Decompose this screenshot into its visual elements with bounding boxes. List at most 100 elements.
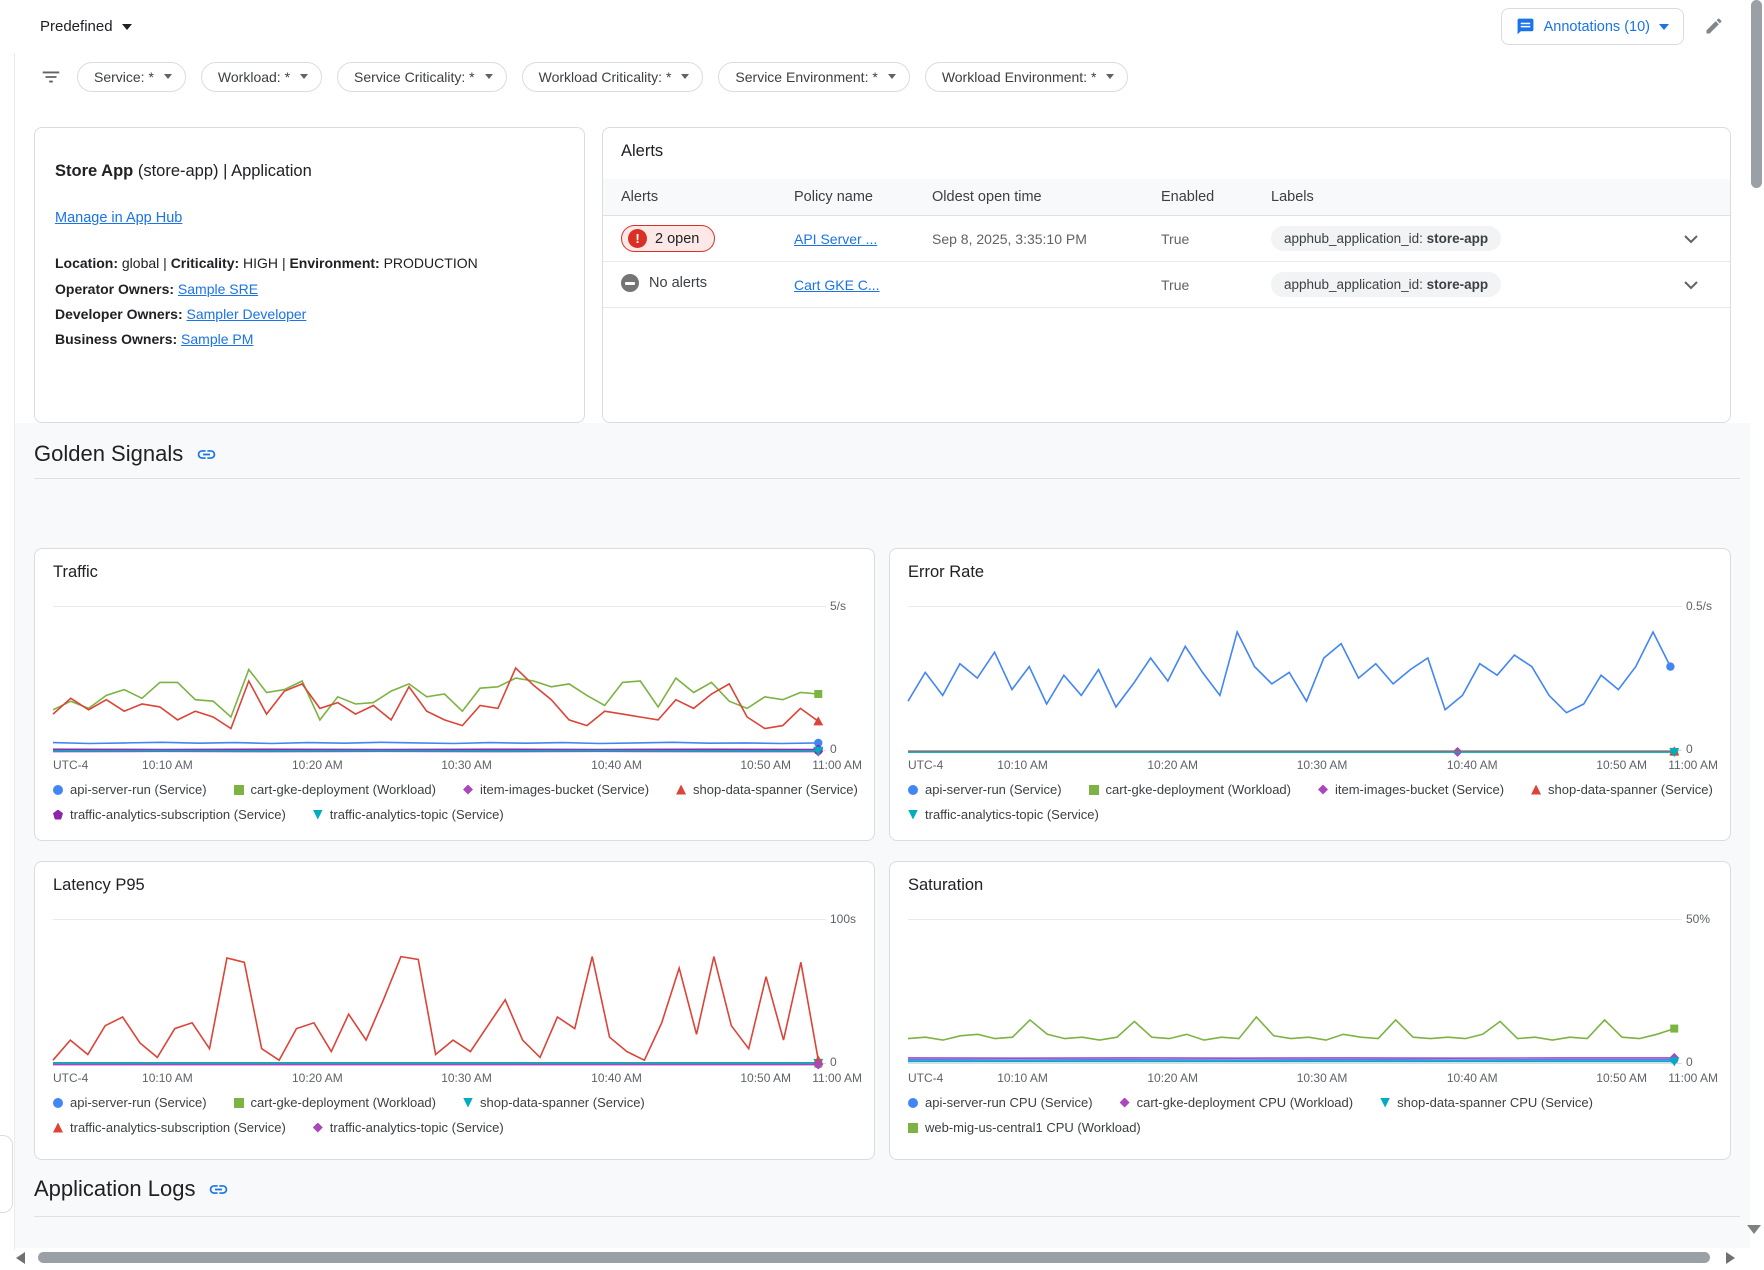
manage-in-app-hub-link[interactable]: Manage in App Hub — [55, 210, 182, 226]
series-end-marker — [1666, 662, 1674, 670]
legend-item[interactable]: api-server-run (Service) — [53, 782, 207, 797]
chart-plot-area[interactable] — [908, 606, 1682, 751]
legend-item[interactable]: traffic-analytics-topic (Service) — [313, 1120, 504, 1135]
filter-chip-service[interactable]: Service: * — [77, 62, 186, 92]
filter-chip-workload[interactable]: Workload: * — [201, 62, 322, 92]
legend-item[interactable]: api-server-run (Service) — [53, 1095, 207, 1110]
alert-enabled-value: True — [1161, 277, 1271, 293]
diamond-marker-icon — [1120, 1098, 1130, 1108]
x-axis: UTC-410:10 AM10:20 AM10:30 AM10:40 AM10:… — [53, 758, 826, 773]
x-axis-tick: 10:50 AM — [740, 758, 791, 772]
legend-item[interactable]: api-server-run CPU (Service) — [908, 1095, 1093, 1110]
x-axis-tick: 10:20 AM — [292, 758, 343, 772]
annotations-button[interactable]: Annotations (10) — [1501, 8, 1684, 45]
no-alerts-icon — [621, 274, 639, 292]
filter-chip-label: Workload Criticality: * — [539, 69, 672, 85]
expand-alert-chevron-icon[interactable] — [1684, 235, 1698, 244]
business-owner-link[interactable]: Sample PM — [181, 331, 253, 347]
legend-label: api-server-run CPU (Service) — [925, 1095, 1093, 1110]
filter-chip-workload-environment[interactable]: Workload Environment: * — [925, 62, 1129, 92]
vscroll-down-arrow[interactable] — [1747, 1225, 1761, 1234]
legend-label: traffic-analytics-topic (Service) — [330, 1120, 504, 1135]
chart-plot-area[interactable] — [53, 919, 826, 1064]
legend-item[interactable]: shop-data-spanner CPU (Service) — [1380, 1095, 1593, 1110]
application-logs-heading: Application Logs — [34, 1176, 229, 1202]
side-panel-handle[interactable] — [0, 1135, 13, 1213]
legend-item[interactable]: traffic-analytics-subscription (Service) — [53, 807, 286, 822]
diamond-marker-icon — [463, 785, 473, 795]
alert-row[interactable]: !2 openAPI Server ...Sep 8, 2025, 3:35:1… — [603, 216, 1730, 262]
alert-policy-link[interactable]: API Server ... — [794, 231, 877, 247]
chart-plot-area[interactable] — [908, 919, 1682, 1064]
triangle-down-marker-icon — [1380, 1098, 1390, 1108]
filter-chip-label: Service: * — [94, 69, 154, 85]
triangle-down-marker-icon — [463, 1098, 473, 1108]
horizontal-scrollbar-thumb[interactable] — [38, 1252, 1710, 1263]
section-link-icon[interactable] — [196, 444, 217, 465]
legend-item[interactable]: shop-data-spanner (Service) — [676, 782, 858, 797]
legend-item[interactable]: item-images-bucket (Service) — [463, 782, 649, 797]
vertical-scrollbar-thumb[interactable] — [1751, 0, 1762, 188]
x-axis-tick: 11:00 AM — [1668, 1071, 1718, 1085]
legend-item[interactable]: web-mig-us-central1 CPU (Workload) — [908, 1120, 1141, 1135]
filter-chip-label: Service Criticality: * — [354, 69, 475, 85]
legend-item[interactable]: traffic-analytics-topic (Service) — [313, 807, 504, 822]
expand-alert-chevron-icon[interactable] — [1684, 281, 1698, 290]
filter-chip-workload-criticality[interactable]: Workload Criticality: * — [522, 62, 704, 92]
alerts-card-title: Alerts — [621, 142, 663, 161]
alert-row[interactable]: No alertsCart GKE C...Trueapphub_applica… — [603, 262, 1730, 308]
hscroll-right-arrow[interactable] — [1726, 1252, 1735, 1264]
legend-item[interactable]: traffic-analytics-topic (Service) — [908, 807, 1099, 822]
filter-list-icon[interactable] — [40, 66, 62, 88]
x-axis-tick: 10:40 AM — [1447, 1071, 1498, 1085]
alert-policy-link[interactable]: Cart GKE C... — [794, 277, 880, 293]
legend-item[interactable]: item-images-bucket (Service) — [1318, 782, 1504, 797]
filter-chip-service-criticality[interactable]: Service Criticality: * — [337, 62, 507, 92]
criticality-label: Criticality: — [171, 255, 239, 271]
separator: | — [282, 255, 286, 271]
legend-item[interactable]: traffic-analytics-subscription (Service) — [53, 1120, 286, 1135]
legend-item[interactable]: cart-gke-deployment CPU (Workload) — [1120, 1095, 1354, 1110]
golden-signals-title: Golden Signals — [34, 441, 183, 467]
legend-item[interactable]: cart-gke-deployment (Workload) — [234, 1095, 436, 1110]
operator-owner-link[interactable]: Sample SRE — [178, 281, 258, 297]
filter-chip-label: Workload: * — [218, 69, 290, 85]
edit-dashboard-button[interactable] — [1704, 16, 1724, 36]
x-axis: UTC-410:10 AM10:20 AM10:30 AM10:40 AM10:… — [908, 758, 1682, 773]
square-marker-icon — [1089, 785, 1099, 795]
environment-value: PRODUCTION — [384, 255, 478, 271]
alerts-column-header: Alerts — [621, 189, 794, 205]
filter-chip-service-environment[interactable]: Service Environment: * — [718, 62, 909, 92]
location-value: global — [122, 255, 159, 271]
y-axis-max-label: 50% — [1686, 912, 1710, 926]
error-rate-chart-card: Error Rate 0.5/s 0 UTC-410:10 AM10:20 AM… — [889, 548, 1731, 841]
alert-error-icon: ! — [628, 229, 647, 248]
legend-label: traffic-analytics-subscription (Service) — [70, 807, 286, 822]
developer-owner-link[interactable]: Sampler Developer — [187, 306, 307, 322]
legend-label: api-server-run (Service) — [70, 782, 207, 797]
chevron-down-icon — [300, 74, 308, 79]
alert-status-text: 2 open — [655, 231, 699, 247]
hscroll-left-arrow[interactable] — [16, 1252, 25, 1264]
dashboard-view-selector[interactable]: Predefined — [40, 0, 132, 53]
legend-label: cart-gke-deployment CPU (Workload) — [1137, 1095, 1354, 1110]
legend-item[interactable]: shop-data-spanner (Service) — [463, 1095, 645, 1110]
x-axis-tick: 11:00 AM — [1668, 758, 1718, 772]
legend-item[interactable]: api-server-run (Service) — [908, 782, 1062, 797]
legend-item[interactable]: shop-data-spanner (Service) — [1531, 782, 1713, 797]
chart-legend: api-server-run (Service) cart-gke-deploym… — [908, 782, 1718, 822]
section-link-icon[interactable] — [208, 1179, 229, 1200]
top-bar: Predefined Annotations (10) — [0, 0, 1764, 54]
chart-plot-area[interactable] — [53, 606, 826, 751]
developer-owners-label: Developer Owners: — [55, 306, 183, 322]
alert-label-chip: apphub_application_id: store-app — [1271, 272, 1501, 297]
application-title: Store App (store-app) | Application — [55, 162, 312, 181]
legend-item[interactable]: cart-gke-deployment (Workload) — [1089, 782, 1291, 797]
y-axis-zero-label: 0 — [830, 742, 837, 756]
golden-signals-heading: Golden Signals — [34, 441, 217, 467]
legend-label: cart-gke-deployment (Workload) — [251, 1095, 436, 1110]
y-axis-max-label: 5/s — [830, 599, 846, 613]
filter-chip-label: Workload Environment: * — [942, 69, 1097, 85]
legend-item[interactable]: cart-gke-deployment (Workload) — [234, 782, 436, 797]
circle-marker-icon — [908, 1098, 918, 1108]
